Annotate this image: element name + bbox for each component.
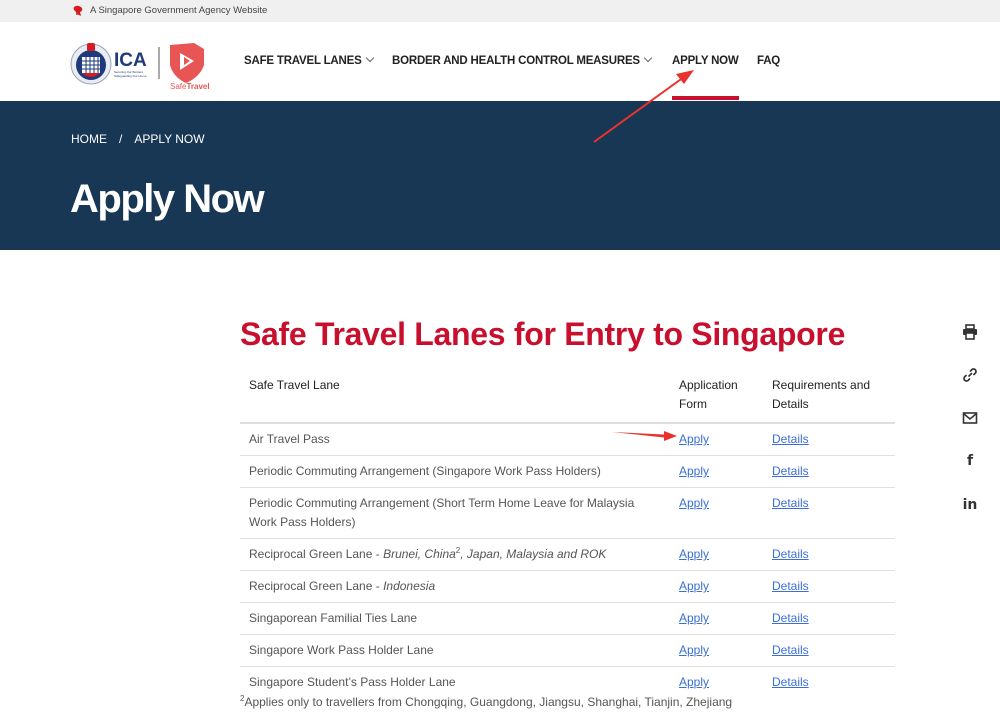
nav-apply-now[interactable]: APPLY NOW xyxy=(672,55,739,67)
lane-name: Periodic Commuting Arrangement (Short Te… xyxy=(240,487,670,539)
lane-text: Singaporean Familial Ties Lane xyxy=(249,611,418,625)
header-safe-travel-lane: Safe Travel Lane xyxy=(240,372,670,424)
nav-label: APPLY NOW xyxy=(672,55,739,67)
lane-name: Air Travel Pass xyxy=(240,423,670,456)
svg-text:ICA: ICA xyxy=(114,50,147,71)
apply-link[interactable]: Apply xyxy=(679,547,709,561)
apply-link[interactable]: Apply xyxy=(679,496,709,510)
ica-safetravel-logo[interactable]: ICA Securing Our Borders, Safeguarding O… xyxy=(70,39,212,89)
nav-faq[interactable]: FAQ xyxy=(757,55,780,67)
table-row: Singapore Work Pass Holder Lane Apply De… xyxy=(240,634,895,667)
section-title: Safe Travel Lanes for Entry to Singapore xyxy=(240,316,846,352)
chevron-down-icon xyxy=(643,53,653,63)
lane-text: Periodic Commuting Arrangement (Singapor… xyxy=(249,464,601,478)
gov-banner: A Singapore Government Agency Website xyxy=(0,0,1000,22)
apply-link[interactable]: Apply xyxy=(679,643,709,657)
print-icon[interactable] xyxy=(958,322,982,342)
nav-safe-travel-lanes[interactable]: SAFE TRAVEL LANES xyxy=(244,53,374,67)
lane-name: Periodic Commuting Arrangement (Singapor… xyxy=(240,455,670,488)
safe-travel-lanes-table: Safe Travel Lane Application Form Requir… xyxy=(240,372,895,698)
details-link[interactable]: Details xyxy=(772,643,809,657)
nav-label: FAQ xyxy=(757,55,781,67)
lion-head-icon xyxy=(73,5,83,16)
chevron-down-icon xyxy=(365,53,374,63)
nav-active-indicator xyxy=(672,96,739,100)
lane-text: Singapore Work Pass Holder Lane xyxy=(249,643,434,657)
table-row: Singapore Student’s Pass Holder Lane App… xyxy=(240,667,895,699)
lane-text: Singapore Student’s Pass Holder Lane xyxy=(249,675,456,689)
lane-countries: Brunei, China xyxy=(383,547,456,561)
table-row: Periodic Commuting Arrangement (Singapor… xyxy=(240,455,895,488)
footnote-text: Applies only to travellers from Chongqin… xyxy=(244,695,733,709)
page-hero: HOME / APPLY NOW Apply Now xyxy=(0,101,1000,250)
lane-name: Singapore Work Pass Holder Lane xyxy=(240,634,670,667)
gov-banner-text: A Singapore Government Agency Website xyxy=(90,5,268,16)
details-link[interactable]: Details xyxy=(772,675,809,689)
apply-link[interactable]: Apply xyxy=(679,464,709,478)
details-link[interactable]: Details xyxy=(772,432,809,446)
link-icon[interactable] xyxy=(958,365,982,385)
lane-text: Reciprocal Green Lane - xyxy=(249,579,384,593)
breadcrumb-home[interactable]: HOME xyxy=(71,132,107,146)
details-link[interactable]: Details xyxy=(772,611,809,625)
lane-name: Singaporean Familial Ties Lane xyxy=(240,602,670,635)
table-header-row: Safe Travel Lane Application Form Requir… xyxy=(240,372,895,424)
page-title: Apply Now xyxy=(70,177,265,221)
header-requirements-details: Requirements and Details xyxy=(763,372,895,424)
facebook-icon[interactable]: f xyxy=(958,451,982,471)
email-icon[interactable] xyxy=(958,408,982,428)
footnote: 2Applies only to travellers from Chongqi… xyxy=(240,695,733,710)
header-application-form: Application Form xyxy=(670,372,763,424)
breadcrumb-current: APPLY NOW xyxy=(134,132,205,146)
lane-name: Reciprocal Green Lane - Indonesia xyxy=(240,570,670,603)
table-row: Air Travel Pass Apply Details xyxy=(240,423,895,456)
breadcrumb: HOME / APPLY NOW xyxy=(71,132,205,146)
nav-label: SAFE TRAVEL LANES xyxy=(244,55,362,67)
details-link[interactable]: Details xyxy=(772,464,809,478)
nav-border-health-measures[interactable]: BORDER AND HEALTH CONTROL MEASURES xyxy=(392,53,653,67)
apply-link[interactable]: Apply xyxy=(679,432,709,446)
apply-link[interactable]: Apply xyxy=(679,675,709,689)
lane-text: Air Travel Pass xyxy=(249,432,330,446)
svg-text:SafeTravel: SafeTravel xyxy=(170,82,210,89)
lane-text: Reciprocal Green Lane - xyxy=(249,547,384,561)
lane-countries-cont: , Japan, Malaysia and ROK xyxy=(460,547,607,561)
details-link[interactable]: Details xyxy=(772,496,809,510)
details-link[interactable]: Details xyxy=(772,547,809,561)
site-header: ICA Securing Our Borders, Safeguarding O… xyxy=(0,22,1000,101)
apply-link[interactable]: Apply xyxy=(679,579,709,593)
details-link[interactable]: Details xyxy=(772,579,809,593)
nav-label: BORDER AND HEALTH CONTROL MEASURES xyxy=(392,55,640,67)
lane-name: Reciprocal Green Lane - Brunei, China2, … xyxy=(240,538,670,571)
lane-text: Periodic Commuting Arrangement (Short Te… xyxy=(249,496,635,529)
lane-name: Singapore Student’s Pass Holder Lane xyxy=(240,667,670,699)
table-row: Reciprocal Green Lane - Brunei, China2, … xyxy=(240,538,895,571)
svg-text:Safeguarding Our Home: Safeguarding Our Home xyxy=(114,74,147,78)
apply-link[interactable]: Apply xyxy=(679,611,709,625)
lane-countries: Indonesia xyxy=(383,579,436,593)
table-row: Singaporean Familial Ties Lane Apply Det… xyxy=(240,602,895,635)
table-row: Periodic Commuting Arrangement (Short Te… xyxy=(240,487,895,539)
linkedin-icon[interactable]: in xyxy=(958,495,982,515)
table-row: Reciprocal Green Lane - Indonesia Apply … xyxy=(240,570,895,603)
breadcrumb-separator: / xyxy=(119,132,123,146)
